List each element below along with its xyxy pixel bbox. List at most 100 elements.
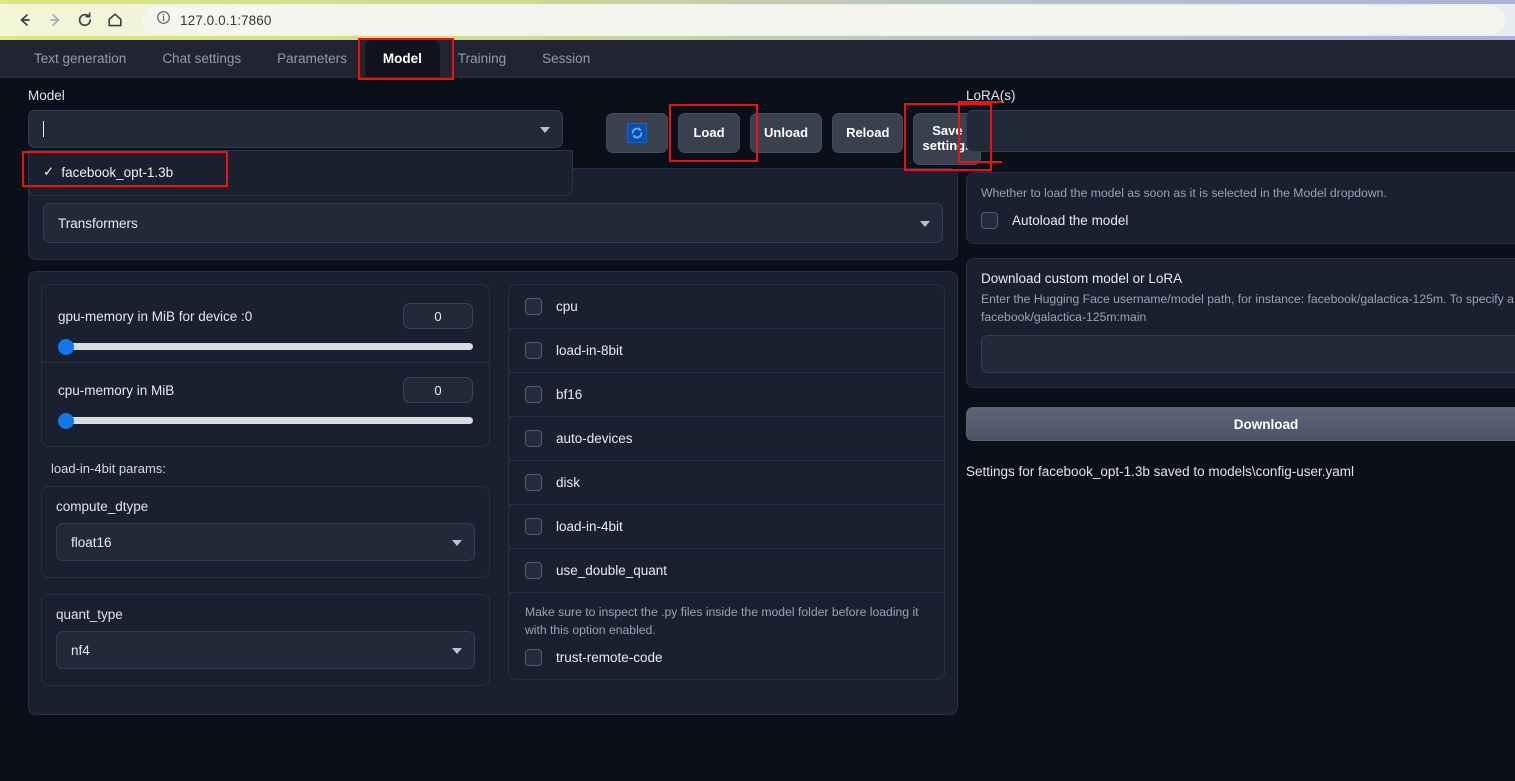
tab-bar: Text generation Chat settings Parameters… xyxy=(0,38,1515,80)
checkbox-box[interactable] xyxy=(524,518,542,535)
model-loader-dropdown[interactable]: Transformers xyxy=(43,203,943,243)
tab-session[interactable]: Session xyxy=(524,40,608,77)
compute-dtype-panel: compute_dtype float16 xyxy=(41,486,490,578)
url-text: 127.0.0.1:7860 xyxy=(180,12,272,28)
checkbox-label: cpu xyxy=(555,299,578,314)
model-action-buttons: Load Unload Reload Save settings xyxy=(606,103,993,171)
load-button[interactable]: Load xyxy=(678,113,740,153)
slider-value-input[interactable]: 0 xyxy=(402,303,473,329)
forward-button[interactable] xyxy=(40,5,70,35)
settings-left-column: gpu-memory in MiB for device :0 0 cpu-me… xyxy=(41,284,490,702)
browser-toolbar: 127.0.0.1:7860 xyxy=(0,0,1515,40)
trust-remote-code-note: Make sure to inspect the .py files insid… xyxy=(508,592,944,643)
checkbox-autoload-the-model[interactable]: Autoload the model xyxy=(981,211,1515,229)
checkbox-label: use_double_quant xyxy=(555,563,668,578)
model-option-facebook-opt-1-3b[interactable]: ✓ facebook_opt-1.3b xyxy=(29,157,572,187)
address-bar[interactable]: 127.0.0.1:7860 xyxy=(142,6,1505,34)
model-settings-panel: gpu-memory in MiB for device :0 0 cpu-me… xyxy=(28,271,958,715)
checkbox-box[interactable] xyxy=(524,649,542,667)
reload-icon xyxy=(76,11,94,29)
unload-button[interactable]: Unload xyxy=(750,113,823,153)
slider-label: cpu-memory in MiB xyxy=(58,382,175,398)
download-panel: Download custom model or LoRA Enter the … xyxy=(966,258,1515,389)
checkbox-disk[interactable]: disk xyxy=(508,460,944,504)
home-icon xyxy=(106,11,124,29)
slider-gpu-memory: gpu-memory in MiB for device :0 0 xyxy=(42,289,489,362)
download-title: Download custom model or LoRA xyxy=(981,271,1183,286)
model-select-wrapper: ✓ facebook_opt-1.3b xyxy=(22,110,573,196)
checkbox-box[interactable] xyxy=(524,298,542,315)
tab-model[interactable]: Model xyxy=(364,40,440,77)
slider-value-input[interactable]: 0 xyxy=(402,377,473,403)
lora-label: LoRA(s) xyxy=(966,88,1016,103)
slider-label: gpu-memory in MiB for device :0 xyxy=(58,308,253,324)
model-text-cursor xyxy=(43,121,44,137)
quant-type-panel: quant_type nf4 xyxy=(41,594,490,686)
checkbox-label: disk xyxy=(555,475,580,490)
checkbox-label: bf16 xyxy=(555,387,583,402)
arrow-left-icon xyxy=(16,11,34,29)
slider-track[interactable] xyxy=(58,338,473,355)
compute-dtype-label: compute_dtype xyxy=(56,499,149,514)
chevron-down-icon xyxy=(540,127,550,133)
model-label: Model xyxy=(28,88,65,103)
arrow-right-icon xyxy=(46,11,64,29)
download-note: Enter the Hugging Face username/model pa… xyxy=(981,292,1515,324)
checkbox-trust-remote-code[interactable]: trust-remote-code xyxy=(509,643,944,679)
download-button[interactable]: Download xyxy=(966,407,1515,441)
tab-parameters[interactable]: Parameters xyxy=(259,40,365,77)
slider-knob[interactable] xyxy=(58,412,74,429)
memory-sliders-panel: gpu-memory in MiB for device :0 0 cpu-me… xyxy=(41,284,490,447)
slider-track[interactable] xyxy=(58,412,473,429)
chevron-down-icon xyxy=(920,221,930,227)
checkbox-label: load-in-8bit xyxy=(555,343,623,358)
refresh-icon xyxy=(627,123,647,143)
lora-dropdown[interactable] xyxy=(966,110,1515,152)
download-input[interactable] xyxy=(981,335,1515,374)
slider-knob[interactable] xyxy=(58,338,74,355)
quant-type-label: quant_type xyxy=(56,607,123,622)
check-icon: ✓ xyxy=(43,164,55,179)
chevron-down-icon xyxy=(451,648,462,654)
checkbox-use-double-quant[interactable]: use_double_quant xyxy=(508,548,944,592)
back-button[interactable] xyxy=(10,5,40,35)
load-in-4bit-heading: load-in-4bit params: xyxy=(51,461,166,476)
checkbox-box[interactable] xyxy=(524,386,542,403)
page-body: Model ✓ facebook_opt-1.3b Load Unload Re… xyxy=(0,78,1515,781)
status-message: Settings for facebook_opt-1.3b saved to … xyxy=(966,464,1354,479)
model-loader-value: Transformers xyxy=(58,215,138,231)
checkbox-box[interactable] xyxy=(524,430,542,447)
checkbox-box[interactable] xyxy=(981,211,998,229)
checkbox-load-in-4bit[interactable]: load-in-4bit xyxy=(508,504,944,548)
tab-training[interactable]: Training xyxy=(440,40,524,77)
home-button[interactable] xyxy=(100,5,130,35)
compute-dtype-dropdown[interactable]: float16 xyxy=(56,523,475,561)
checkbox-box[interactable] xyxy=(524,562,542,579)
tab-chat-settings[interactable]: Chat settings xyxy=(144,40,259,77)
compute-dtype-value: float16 xyxy=(71,534,112,550)
tab-text-generation[interactable]: Text generation xyxy=(16,40,144,77)
info-circle-icon[interactable] xyxy=(156,10,171,30)
checkbox-cpu[interactable]: cpu xyxy=(509,285,944,328)
refresh-button[interactable] xyxy=(606,113,668,153)
checkbox-box[interactable] xyxy=(524,342,542,359)
reload-button[interactable] xyxy=(70,5,100,35)
checkbox-box[interactable] xyxy=(524,474,542,491)
slider-cpu-memory: cpu-memory in MiB 0 xyxy=(42,362,489,436)
checkbox-label: trust-remote-code xyxy=(555,650,663,666)
model-flags-panel: cpu load-in-8bit bf16 auto-devices disk … xyxy=(507,284,945,681)
checkbox-label: auto-devices xyxy=(555,431,633,446)
checkbox-bf16[interactable]: bf16 xyxy=(508,372,944,416)
quant-type-dropdown[interactable]: nf4 xyxy=(56,631,475,669)
chevron-down-icon xyxy=(451,540,462,546)
settings-right-column: cpu load-in-8bit bf16 auto-devices disk … xyxy=(507,284,945,702)
checkbox-load-in-8bit[interactable]: load-in-8bit xyxy=(508,328,944,372)
autoload-note: Whether to load the model as soon as it … xyxy=(981,186,1387,200)
checkbox-label: Autoload the model xyxy=(1012,212,1129,228)
autoload-panel: Whether to load the model as soon as it … xyxy=(966,172,1515,244)
model-dropdown-list[interactable]: ✓ facebook_opt-1.3b xyxy=(28,150,573,196)
quant-type-value: nf4 xyxy=(71,642,90,658)
reload-button-model[interactable]: Reload xyxy=(832,113,904,153)
checkbox-auto-devices[interactable]: auto-devices xyxy=(508,416,944,460)
model-dropdown[interactable] xyxy=(28,110,563,148)
